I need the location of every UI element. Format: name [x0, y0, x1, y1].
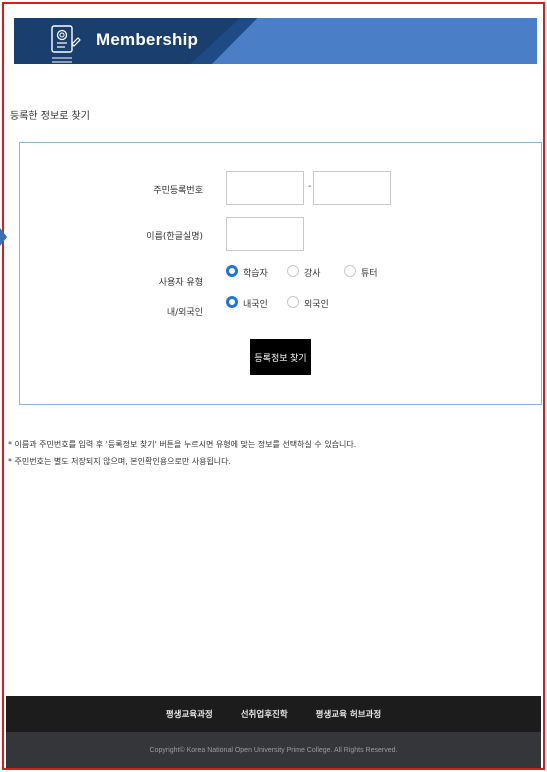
user-type-label: 사용자 유형 [158, 278, 203, 288]
name-label: 이름(한글실명) [146, 232, 203, 242]
rrn-label: 주민등록번호 [153, 186, 203, 196]
radio-learner-label: 학습자 [243, 269, 268, 279]
notes: * 이름과 주민번호를 입력 후 '등록정보 찾기' 버튼을 누르시면 유형에 … [8, 436, 356, 470]
radio-domestic-label: 내국인 [243, 300, 268, 310]
radio-tutor-label: 튜터 [361, 269, 378, 279]
rrn-first-input[interactable] [226, 171, 304, 205]
radio-learner[interactable] [226, 265, 238, 277]
header-title: Membership [96, 30, 199, 49]
section-title: 등록한 정보로 찾기 [10, 111, 90, 122]
name-input[interactable] [226, 217, 304, 251]
footer-link-hub[interactable]: 평생교육 허브과정 [316, 708, 382, 720]
note-1: * 이름과 주민번호를 입력 후 '등록정보 찾기' 버튼을 누르시면 유형에 … [8, 440, 357, 449]
nationality-label: 내/외국인 [166, 308, 203, 318]
radio-foreign[interactable] [287, 296, 299, 308]
membership-header: Membership [14, 18, 537, 64]
footer-link-employment[interactable]: 선취업후진학 [241, 708, 288, 720]
header-light-panel [212, 18, 537, 64]
footer-nav: 평생교육과정 선취업후진학 평생교육 허브과정 [6, 696, 541, 732]
footer-link-lifelong[interactable]: 평생교육과정 [166, 708, 213, 720]
footer-copyright-bar: Copyright© Korea National Open Universit… [6, 732, 541, 768]
certificate-icon [46, 22, 84, 64]
rrn-dash: - [308, 181, 312, 192]
rrn-second-input[interactable] [313, 171, 391, 205]
note-2: * 주민번호는 별도 저장되지 않으며, 본인확인용으로만 사용됩니다. [8, 457, 232, 466]
find-registration-button[interactable]: 등록정보 찾기 [250, 339, 311, 375]
copyright-text: Copyright© Korea National Open Universit… [149, 746, 398, 754]
radio-instructor[interactable] [287, 265, 299, 277]
radio-foreign-label: 외국인 [304, 300, 329, 310]
collapse-arrow-icon[interactable] [0, 228, 7, 246]
radio-tutor[interactable] [344, 265, 356, 277]
radio-instructor-label: 강사 [304, 269, 321, 279]
radio-domestic[interactable] [226, 296, 238, 308]
